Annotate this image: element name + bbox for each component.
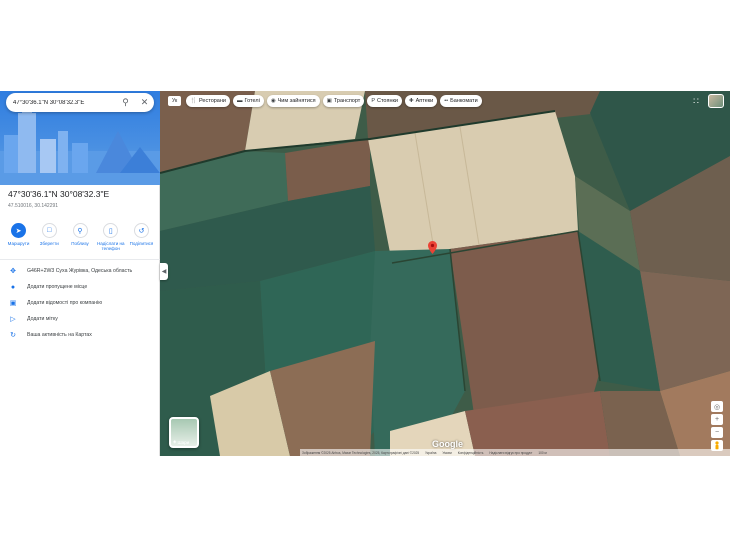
place-decimal-coordinates: 47.510016, 30.142291 <box>8 203 59 209</box>
satellite-map[interactable] <box>160 91 730 456</box>
chip-pharmacies[interactable]: ✚ Аптеки <box>404 95 438 107</box>
chip-atms[interactable]: •• Банкомати <box>440 95 482 107</box>
place-title: 47°30'36.1"N 30°08'32.3"E <box>8 189 110 199</box>
save-label: Зберегти <box>39 241 59 246</box>
nearby-icon: ⚲ <box>72 223 88 238</box>
add-label-row[interactable]: ▷ Додати мітку <box>0 312 160 326</box>
google-logo: Google <box>432 439 463 449</box>
add-business-row[interactable]: ▣ Додати відомості про компанію <box>0 296 160 310</box>
atm-icon: •• <box>444 98 449 104</box>
chip-label: Стоянки <box>377 98 398 104</box>
plus-code-icon: ✥ <box>10 268 16 275</box>
add-place-icon: ● <box>10 283 16 291</box>
directions-label: Маршрути <box>7 241 30 246</box>
restaurant-icon: 🍴 <box>190 98 197 104</box>
map-controls: ◎ + − <box>711 401 723 451</box>
plus-code-row[interactable]: ✥ G46R+2W3 Суха Журівка, Одеська область <box>0 264 160 278</box>
divider <box>0 259 160 260</box>
chip-label: Аптеки <box>415 98 434 104</box>
zoom-in-button[interactable]: + <box>711 414 723 425</box>
directions-button[interactable]: ➤ Маршрути <box>4 223 33 251</box>
close-icon[interactable]: ✕ <box>139 97 150 108</box>
add-business-icon: ▣ <box>9 300 17 307</box>
send-to-phone-button[interactable]: ▯ Надіслати на телефон <box>96 223 125 251</box>
share-button[interactable]: ↺ Поділитися <box>127 223 156 251</box>
place-hero-image[interactable]: ⚲ ✕ <box>0 91 160 185</box>
bookmark-icon: □ <box>41 223 57 238</box>
transit-icon: ▣ <box>326 98 332 104</box>
terms-link[interactable]: Умови <box>442 451 451 455</box>
search-icon[interactable]: ⚲ <box>120 97 131 108</box>
nearby-label: Поблизу <box>71 241 89 246</box>
language-button[interactable]: Ук <box>168 96 182 106</box>
save-button[interactable]: □ Зберегти <box>35 223 64 251</box>
directions-icon: ➤ <box>11 223 26 238</box>
my-location-button[interactable]: ◎ <box>711 401 723 412</box>
layers-text: Шари <box>177 439 190 445</box>
chip-restaurants[interactable]: 🍴 Ресторани <box>186 95 230 107</box>
privacy-link[interactable]: Конфіденційність <box>458 451 484 455</box>
add-business-text: Додати відомості про компанію <box>27 300 103 306</box>
plus-icon: + <box>714 416 720 423</box>
pharmacy-icon: ✚ <box>408 98 414 104</box>
chip-label: Транспорт <box>333 98 361 104</box>
chip-transit[interactable]: ▣ Транспорт <box>322 95 365 107</box>
add-label-text: Додати мітку <box>27 316 58 322</box>
imagery-credit: Зображення ©2025 Airbus, Maxar Technolog… <box>302 450 420 455</box>
layers-icon: ◈ <box>173 439 177 444</box>
add-missing-place-text: Додати пропущене місце <box>27 284 88 290</box>
minus-icon: − <box>714 429 720 436</box>
search-box[interactable]: ⚲ ✕ <box>6 93 154 112</box>
account-avatar[interactable] <box>708 94 724 108</box>
maps-activity-text: Ваша активність на Картах <box>27 332 92 338</box>
chip-label: Ресторани <box>199 98 226 104</box>
camera-icon: ◉ <box>270 98 276 104</box>
location-pin-icon[interactable] <box>428 241 437 254</box>
scale-label[interactable]: 100 м <box>538 451 546 455</box>
history-icon: ↻ <box>10 332 16 339</box>
chip-label: Готелі <box>244 98 260 104</box>
search-input[interactable] <box>13 99 113 106</box>
share-icon: ↺ <box>134 223 149 238</box>
satellite-imagery <box>160 91 730 456</box>
country-link[interactable]: Україна <box>425 451 436 455</box>
action-buttons: ➤ Маршрути □ Зберегти ⚲ Поблизу ▯ Надісл… <box>4 223 156 251</box>
send-to-phone-icon: ▯ <box>103 223 119 238</box>
my-location-icon: ◎ <box>713 403 721 411</box>
share-label: Поділитися <box>129 241 154 246</box>
feedback-link[interactable]: Надіслати відгук про продукт <box>489 451 532 455</box>
zoom-out-button[interactable]: − <box>711 427 723 438</box>
category-chips: Ук 🍴 Ресторани ▬ Готелі ◉ Чим зайнятися ▣ Тр… <box>168 95 482 107</box>
hotel-icon: ▬ <box>236 98 243 104</box>
chip-parking[interactable]: P Стоянки <box>367 95 402 107</box>
chip-things-to-do[interactable]: ◉ Чим зайнятися <box>266 95 320 107</box>
maps-activity-row[interactable]: ↻ Ваша активність на Картах <box>0 328 160 342</box>
attribution-bar: Зображення ©2025 Airbus, Maxar Technolog… <box>300 449 730 456</box>
send-to-phone-label: Надіслати на телефон <box>97 241 125 251</box>
add-missing-place-row[interactable]: ● Додати пропущене місце <box>0 280 160 294</box>
maps-window: ⚲ ✕ 47°30'36.1"N 30°08'32.3"E 47.510016,… <box>0 91 730 456</box>
plus-code-text: G46R+2W3 Суха Журівка, Одеська область <box>27 268 133 274</box>
parking-icon: P <box>371 98 375 104</box>
collapse-panel-button[interactable]: ◀ <box>160 263 168 280</box>
apps-grid-icon[interactable]: ∷ <box>691 96 701 106</box>
chip-label: Чим зайнятися <box>277 98 316 104</box>
nearby-button[interactable]: ⚲ Поблизу <box>66 223 95 251</box>
place-panel: ⚲ ✕ 47°30'36.1"N 30°08'32.3"E 47.510016,… <box>0 91 160 456</box>
layers-label: ◈ Шари <box>173 439 189 445</box>
chip-label: Банкомати <box>450 98 478 104</box>
layers-button[interactable]: ◈ Шари <box>169 417 199 448</box>
label-icon: ▷ <box>10 316 16 323</box>
chip-hotels[interactable]: ▬ Готелі <box>232 95 264 107</box>
